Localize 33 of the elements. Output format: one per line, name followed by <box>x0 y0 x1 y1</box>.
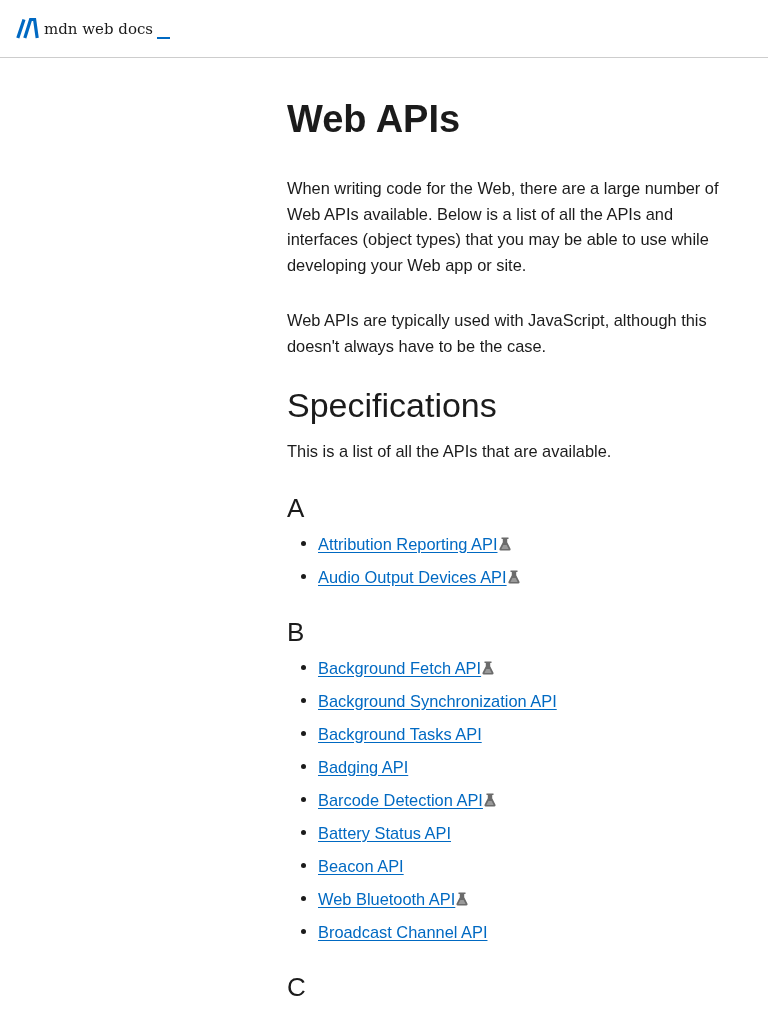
api-link[interactable]: Broadcast Channel API <box>318 919 488 944</box>
bullet-icon <box>301 574 306 579</box>
bullet-icon <box>301 896 306 901</box>
api-link[interactable]: Background Fetch API <box>318 655 482 680</box>
api-link[interactable]: Beacon API <box>318 853 404 878</box>
api-link[interactable]: Web Bluetooth API <box>318 886 456 911</box>
bullet-icon <box>301 731 306 736</box>
logo-text[interactable]: mdn web docs <box>44 18 154 39</box>
api-link[interactable]: Battery Status API <box>318 820 451 845</box>
letter-heading: A <box>287 492 306 524</box>
bullet-icon <box>301 797 306 802</box>
bullet-icon <box>301 929 306 934</box>
api-link[interactable]: Background Tasks API <box>318 721 482 746</box>
bullet-icon <box>301 665 306 670</box>
letter-heading: C <box>287 971 307 1003</box>
paragraph: When writing code for the Web, there are a large number of Web APIs available. Below is a list of all the APIs and interfaces (object types) that you may be able to use while developing your Web app or site. <box>287 178 720 276</box>
paragraph: This is a list of all the APIs that are available. <box>287 441 613 462</box>
cursor-icon <box>157 36 171 39</box>
api-link[interactable]: Badging API <box>318 754 409 779</box>
bullet-icon <box>301 764 306 769</box>
api-link[interactable]: Audio Output Devices API <box>318 564 507 589</box>
api-link[interactable]: Barcode Detection API <box>318 787 483 812</box>
section-heading: Specifications <box>287 385 498 426</box>
paragraph: Web APIs are typically used with JavaScript, although this doesn't always have to be the case. <box>287 310 708 357</box>
api-link[interactable]: Attribution Reporting API <box>318 531 498 556</box>
bullet-icon <box>301 830 306 835</box>
bullet-icon <box>301 541 306 546</box>
page-title: Web APIs <box>287 97 462 142</box>
api-link[interactable]: Background Synchronization API <box>318 688 557 713</box>
bullet-icon <box>301 698 306 703</box>
logo-icon[interactable] <box>16 18 39 39</box>
letter-heading: B <box>287 616 306 648</box>
bullet-icon <box>301 863 306 868</box>
